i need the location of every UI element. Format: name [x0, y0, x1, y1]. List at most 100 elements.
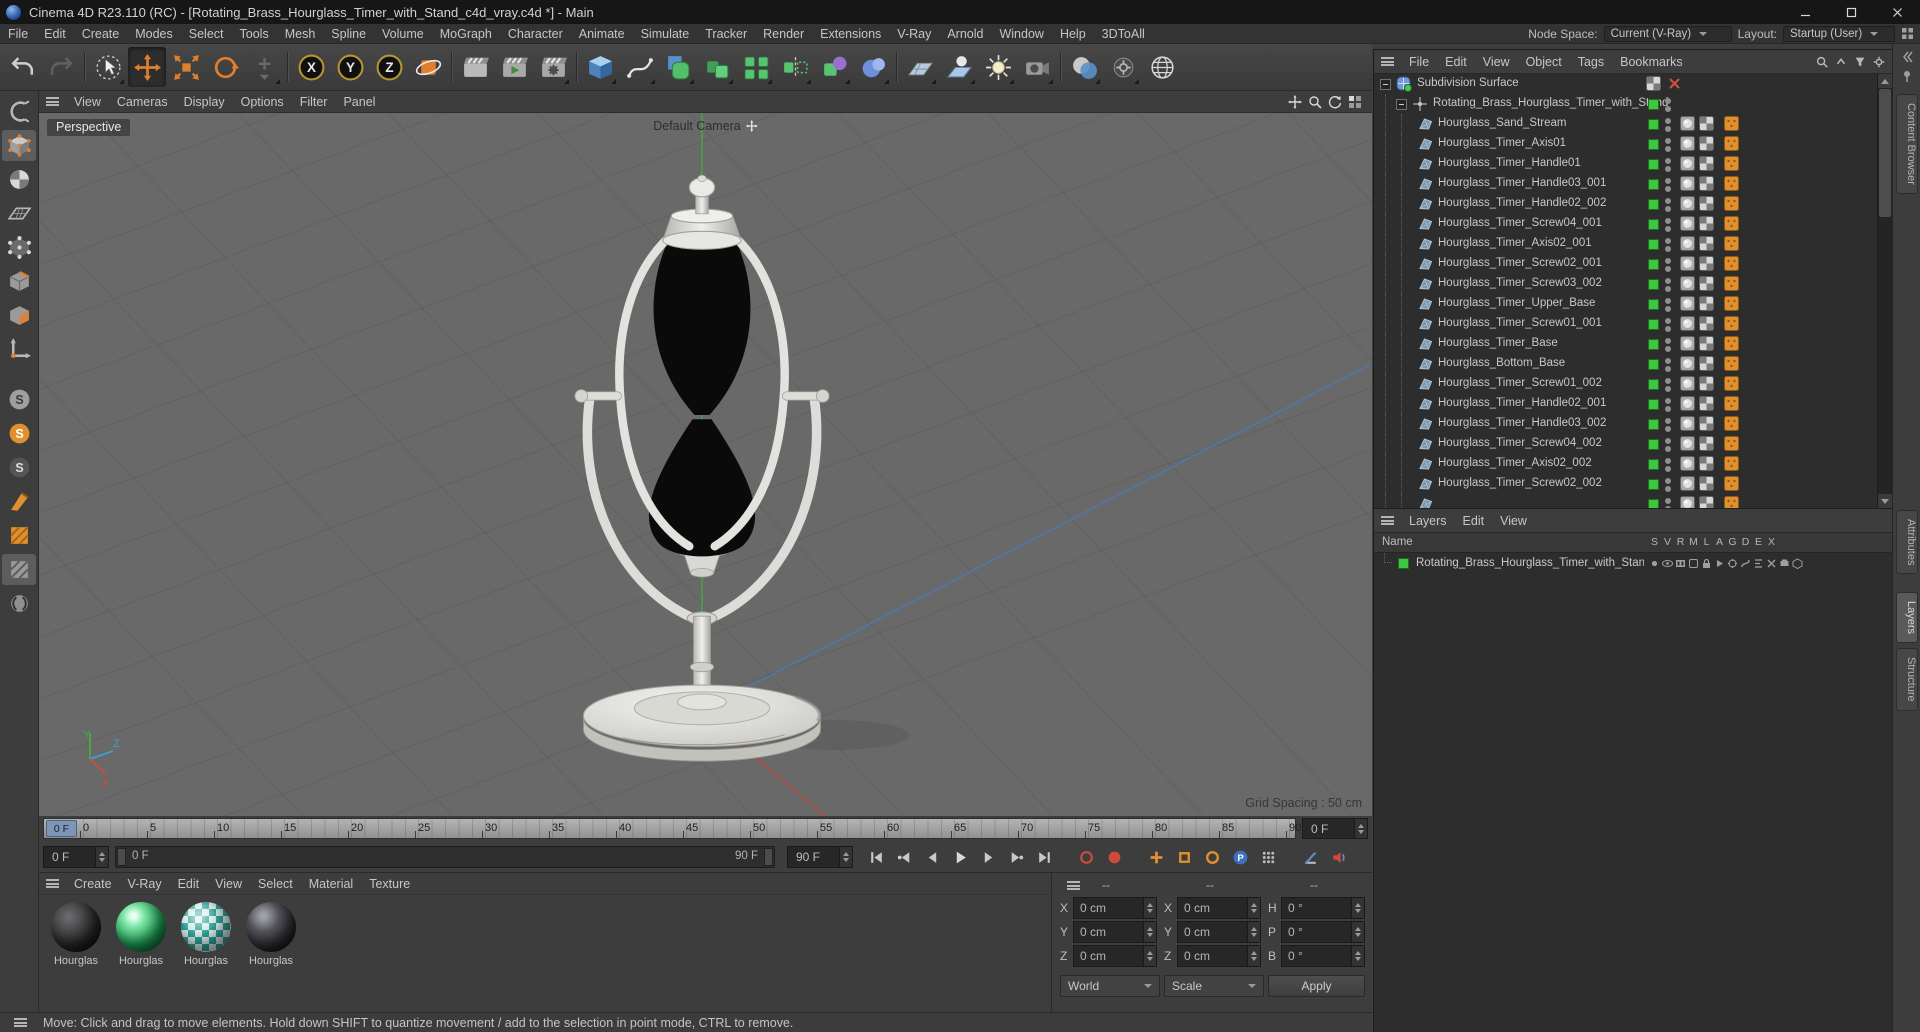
visibility-dots[interactable]	[1665, 118, 1671, 132]
object-row-hourglass-timer-screw04-002[interactable]: Hourglass_Timer_Screw04_002	[1374, 434, 1877, 454]
uvw-tag-icon[interactable]	[1699, 216, 1714, 231]
phong-tag-icon[interactable]	[1680, 376, 1695, 391]
range-left-handle[interactable]	[117, 848, 126, 866]
layer-enabled-toggle[interactable]	[1648, 319, 1659, 330]
model-mode-button[interactable]	[2, 130, 36, 161]
visibility-dots[interactable]	[1665, 298, 1671, 312]
dock-tab-content-browser[interactable]: Content Browser	[1896, 94, 1918, 194]
layout-select[interactable]: Startup (User)	[1783, 25, 1895, 42]
scroll-down-icon[interactable]	[1878, 494, 1892, 508]
selection-tag-icon[interactable]	[1724, 456, 1739, 471]
expand-collapse-icon[interactable]	[1380, 79, 1391, 90]
size-y-field[interactable]: 0 cm	[1177, 921, 1261, 943]
maximize-button[interactable]	[1828, 0, 1874, 24]
viewport-menu-cameras[interactable]: Cameras	[109, 92, 176, 112]
menu-modes[interactable]: Modes	[127, 24, 181, 44]
uvw-tag-icon[interactable]	[1699, 256, 1714, 271]
search-icon[interactable]	[1815, 55, 1829, 69]
spinner-arrows[interactable]	[839, 847, 852, 867]
uvw-tag-icon[interactable]	[1699, 336, 1714, 351]
viewport-panel-menu-icon[interactable]	[46, 97, 59, 106]
dock-collapse-icon[interactable]	[1899, 49, 1915, 65]
spinner-arrows[interactable]	[1247, 946, 1260, 966]
layer-enabled-toggle[interactable]	[1648, 199, 1659, 210]
toggle-view-icon[interactable]	[1348, 95, 1362, 109]
uvw-tag-icon[interactable]	[1699, 296, 1714, 311]
phong-tag-icon[interactable]	[1680, 416, 1695, 431]
spinner-arrows[interactable]	[1351, 922, 1364, 942]
snapping-button[interactable]	[2, 486, 36, 517]
menu-file[interactable]: File	[0, 24, 36, 44]
object-row-hourglass-timer-handle03-002[interactable]: Hourglass_Timer_Handle03_002	[1374, 414, 1877, 434]
uvw-tag-icon[interactable]	[1699, 176, 1714, 191]
x-axis-lock-button[interactable]: X	[292, 47, 330, 87]
viewport-menu-view[interactable]: View	[66, 92, 109, 112]
camera-label[interactable]: Default Camera	[653, 119, 758, 133]
menu-3dtoall[interactable]: 3DToAll	[1094, 24, 1153, 44]
phong-tag-icon[interactable]	[1680, 476, 1695, 491]
visibility-dots[interactable]	[1665, 218, 1671, 232]
menu-character[interactable]: Character	[500, 24, 571, 44]
keyframe-pla-button[interactable]	[1255, 845, 1281, 869]
y-axis-lock-button[interactable]: Y	[331, 47, 369, 87]
position-x-field[interactable]: 0 cm	[1073, 897, 1157, 919]
status-menu-icon[interactable]	[14, 1018, 27, 1027]
modeling-settings-button[interactable]	[2, 588, 36, 619]
keyframe-position-button[interactable]	[1143, 845, 1169, 869]
hourglass-model[interactable]	[522, 169, 882, 769]
layer-toggle-x[interactable]	[1765, 556, 1778, 570]
rotate-view-icon[interactable]	[1328, 95, 1342, 109]
dock-tab-structure[interactable]: Structure	[1896, 648, 1918, 711]
selection-tag-icon[interactable]	[1724, 256, 1739, 271]
selection-tag-icon[interactable]	[1724, 176, 1739, 191]
phong-tag-icon[interactable]	[1680, 436, 1695, 451]
spinner-arrows[interactable]	[1247, 898, 1260, 918]
light-button[interactable]	[979, 47, 1017, 87]
material-menu-edit[interactable]: Edit	[170, 874, 208, 894]
undo-button[interactable]	[3, 47, 41, 87]
visibility-dots[interactable]	[1665, 138, 1671, 152]
range-end-spinner[interactable]: 90 F	[787, 846, 853, 868]
uvw-tag-icon[interactable]	[1646, 76, 1661, 91]
phong-tag-icon[interactable]	[1680, 336, 1695, 351]
layer-manager-menu-view[interactable]: View	[1492, 511, 1535, 531]
phong-tag-icon[interactable]	[1680, 196, 1695, 211]
uvw-tag-icon[interactable]	[1699, 236, 1714, 251]
rotation-b-field[interactable]: 0 °	[1281, 945, 1365, 967]
visibility-dots[interactable]	[1665, 278, 1671, 292]
menu-tracker[interactable]: Tracker	[697, 24, 755, 44]
visibility-dots[interactable]	[1665, 238, 1671, 252]
selection-tag-icon[interactable]	[1724, 236, 1739, 251]
selection-tag-icon[interactable]	[1724, 156, 1739, 171]
minimize-button[interactable]	[1782, 0, 1828, 24]
range-right-handle[interactable]	[764, 848, 773, 866]
object-manager-menu-tags[interactable]: Tags	[1570, 52, 1612, 72]
selection-tag-icon[interactable]	[1724, 376, 1739, 391]
collapse-icon[interactable]	[1834, 55, 1848, 69]
object-row-hourglass-sand-stream[interactable]: Hourglass_Sand_Stream	[1374, 114, 1877, 134]
phong-tag-icon[interactable]	[1680, 236, 1695, 251]
network-button[interactable]	[1143, 47, 1181, 87]
size-z-field[interactable]: 0 cm	[1177, 945, 1261, 967]
layer-row[interactable]: Rotating_Brass_Hourglass_Timer_with_Stan…	[1374, 553, 1892, 573]
phong-tag-icon[interactable]	[1680, 256, 1695, 271]
position-y-field[interactable]: 0 cm	[1073, 921, 1157, 943]
object-manager-panel-menu-icon[interactable]	[1381, 57, 1394, 66]
layer-toggle-l[interactable]	[1700, 556, 1713, 570]
playback-mode-button[interactable]	[1297, 845, 1323, 869]
primitive-cube-button[interactable]	[581, 47, 619, 87]
object-row-hourglass-timer-axis01[interactable]: Hourglass_Timer_Axis01	[1374, 134, 1877, 154]
object-row-hourglass-timer-screw04-001[interactable]: Hourglass_Timer_Screw04_001	[1374, 214, 1877, 234]
uvw-tag-icon[interactable]	[1699, 496, 1714, 508]
object-row-hourglass-timer-screw01-001[interactable]: Hourglass_Timer_Screw01_001	[1374, 314, 1877, 334]
visibility-dots[interactable]	[1665, 318, 1671, 332]
dock-tab-attributes[interactable]: Attributes	[1896, 510, 1918, 575]
layer-enabled-toggle[interactable]	[1648, 239, 1659, 250]
layer-toggle-d[interactable]	[1739, 556, 1752, 570]
menu-arnold[interactable]: Arnold	[939, 24, 991, 44]
playhead[interactable]: 0 F	[46, 820, 77, 837]
selection-tag-icon[interactable]	[1724, 436, 1739, 451]
uvw-tag-icon[interactable]	[1699, 476, 1714, 491]
go-to-next-key-button[interactable]	[1003, 845, 1029, 869]
size-x-field[interactable]: 0 cm	[1177, 897, 1261, 919]
